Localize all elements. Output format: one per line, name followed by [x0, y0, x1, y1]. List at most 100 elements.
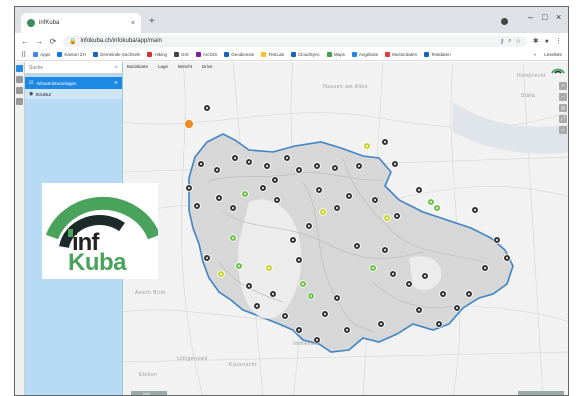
marker-dot [218, 197, 220, 199]
marker-dot [358, 165, 360, 167]
toolbar-basemap[interactable]: Basiskarte [127, 64, 148, 69]
reading-list-button[interactable]: Leseliste [544, 52, 562, 57]
map-view[interactable]: Basiskarte Lage Bericht Drive Hausen am … [123, 62, 568, 396]
search-clear-icon[interactable]: × [114, 65, 118, 71]
region-boundary[interactable] [188, 133, 514, 353]
url-text[interactable]: infokuba.ch/infokuba/app/main [80, 38, 495, 44]
bookmark-favicon-icon [195, 52, 201, 57]
bookmark-favicon-icon [351, 52, 357, 57]
tab-strip: infKuba × + – □ × [15, 7, 568, 33]
info-bar[interactable]: Info [131, 391, 167, 395]
bookmark-item[interactable]: Kanton ZH [57, 52, 86, 57]
marker-dot [196, 205, 198, 207]
print-rail-button[interactable] [16, 98, 23, 105]
map-label-s: Küssnacht [229, 362, 257, 368]
toolbar-report[interactable]: Bericht [178, 64, 192, 69]
new-tab-button[interactable]: + [149, 16, 155, 27]
bookmark-item[interactable]: Geodienste [224, 52, 254, 57]
tab-close-icon[interactable]: × [131, 20, 135, 27]
marker-dot [216, 169, 218, 171]
map-label-sw: Immensee [293, 341, 321, 347]
zoom-icon[interactable]: ⌕ [508, 38, 511, 45]
more-bookmarks-icon[interactable]: » [534, 52, 537, 57]
marker-dot [318, 189, 320, 191]
reload-icon[interactable]: ⟳ [49, 37, 57, 46]
extensions-icon[interactable]: ✱ [533, 37, 539, 45]
browser-tab[interactable]: infKuba × [21, 13, 141, 33]
bookmark-label: CloudSync [298, 52, 320, 57]
bookmark-item[interactable]: TestLab [261, 52, 284, 57]
layer-item-label: Struktur [35, 91, 52, 97]
marker-dot [298, 329, 300, 331]
profile-icon[interactable] [501, 18, 508, 25]
radio-icon[interactable]: ◉ [29, 91, 33, 97]
bookmark-label: Kanton ZH [64, 52, 86, 57]
layers-rail-button[interactable] [16, 65, 23, 72]
add-layer-icon[interactable]: + [114, 80, 118, 87]
bookmark-item[interactable]: Hiking [147, 52, 167, 57]
search-input[interactable] [29, 64, 113, 71]
marker-dot [248, 285, 250, 287]
marker-dot [284, 315, 286, 317]
marker-dot [262, 187, 264, 189]
marker-dot [374, 199, 376, 201]
bookmark-item[interactable]: Musterdaten [385, 52, 417, 57]
marker-dot [302, 283, 304, 285]
bookmark-item[interactable]: Maps [326, 52, 345, 57]
bookmark-item[interactable]: Gemeinde Sachseln [92, 52, 141, 57]
bookmark-label: Gemeinde Sachseln [99, 52, 141, 57]
checkbox-icon[interactable]: ☑ [29, 80, 33, 86]
toolbar-drive[interactable]: Drive [202, 64, 213, 69]
apps-grid-icon[interactable]: ⠿ [21, 51, 26, 59]
zoom-in-button[interactable]: + [559, 82, 567, 90]
address-bar[interactable]: 🔒 infokuba.ch/infokuba/app/main ⚷ ⌕ ☆ [63, 35, 527, 47]
forward-icon[interactable]: → [35, 37, 43, 46]
infkuba-logo: inf Kuba [42, 183, 158, 279]
window-close-button[interactable]: × [556, 12, 561, 22]
bookmark-item[interactable]: Testdaten [424, 52, 451, 57]
marker-dot [256, 305, 258, 307]
marker-dot [268, 267, 270, 269]
layer-group-row[interactable]: ☑ Infrastrukturanlagen + [25, 77, 122, 89]
toolbar-location[interactable]: Lage [158, 64, 168, 69]
logo-word-kuba: Kuba [68, 249, 127, 276]
tools-rail-button[interactable] [16, 87, 23, 94]
star-icon[interactable]: ☆ [516, 38, 521, 45]
locate-button[interactable]: ◎ [559, 104, 567, 112]
map-marker[interactable] [184, 119, 194, 129]
marker-dot [468, 293, 470, 295]
left-rail [15, 62, 25, 395]
marker-dot [336, 207, 338, 209]
marker-dot [324, 313, 326, 315]
bookmark-item[interactable]: Angebote [351, 52, 379, 57]
bookmark-label: Angebote [358, 52, 379, 57]
marker-dot [384, 141, 386, 143]
marker-dot [438, 323, 440, 325]
bookmark-item[interactable]: ArcGIS [195, 52, 218, 57]
marker-dot [506, 257, 508, 259]
minimize-button[interactable]: – [528, 12, 533, 22]
bookmark-label: ArcGIS [202, 52, 218, 57]
marker-dot [418, 189, 420, 191]
layer-item-row[interactable]: ◉ Struktur [25, 89, 122, 99]
map-toolbar: Basiskarte Lage Bericht Drive [127, 64, 213, 69]
map-canvas[interactable] [123, 62, 568, 396]
account-icon[interactable]: ● [545, 38, 549, 45]
bookmark-favicon-icon [326, 52, 332, 57]
back-icon[interactable]: ← [21, 37, 29, 46]
marker-dot [310, 295, 312, 297]
maximize-button[interactable]: □ [542, 12, 547, 22]
fullscreen-button[interactable]: ⤢ [559, 115, 567, 123]
marker-dot [276, 199, 278, 201]
menu-icon[interactable]: ⋮ [555, 37, 562, 45]
zoom-out-button[interactable]: − [559, 93, 567, 101]
bookmark-item[interactable]: Apps [33, 52, 50, 57]
key-icon[interactable]: ⚷ [500, 38, 504, 45]
marker-dot [316, 165, 318, 167]
marker-dot [238, 265, 240, 267]
home-button[interactable]: ⌂ [559, 126, 567, 134]
bookmark-item[interactable]: CloudSync [291, 52, 320, 57]
bookmark-item[interactable]: GIS [173, 52, 189, 57]
marker-dot [386, 217, 388, 219]
search-rail-button[interactable] [16, 76, 23, 83]
